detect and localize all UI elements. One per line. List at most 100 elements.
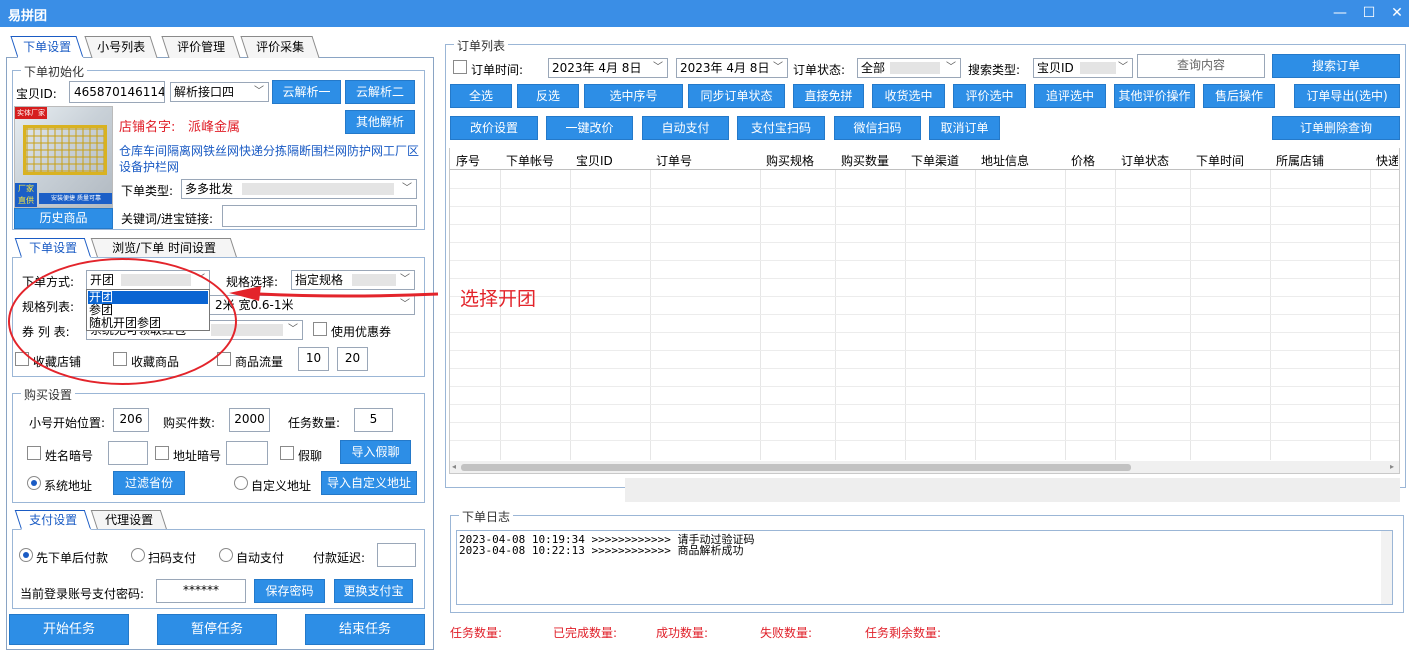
item-id-input[interactable]: 465870146114 — [69, 81, 165, 103]
name-secret-input[interactable] — [108, 441, 148, 465]
cloud-parse-1-button[interactable]: 云解析一 — [272, 80, 341, 104]
item-id-label: 宝贝ID: — [16, 87, 57, 101]
cloud-parse-2-button[interactable]: 云解析二 — [345, 80, 415, 104]
wechat-scan-button[interactable]: 微信扫码 — [834, 116, 921, 140]
col-price[interactable]: 价格 — [1071, 152, 1095, 169]
qty-input[interactable]: 2000 — [229, 408, 270, 432]
parse-api-select[interactable]: 解析接口四 ﹀ — [170, 82, 269, 102]
scroll-left-icon[interactable]: ◂ — [452, 463, 456, 471]
minimize-button[interactable]: — — [1328, 3, 1352, 23]
pay-after-radio[interactable] — [19, 548, 33, 562]
import-chat-button[interactable]: 导入假聊 — [340, 440, 411, 464]
scroll-right-icon[interactable]: ▸ — [1390, 463, 1394, 471]
alipay-scan-button[interactable]: 支付宝扫码 — [737, 116, 825, 140]
review-selected-button[interactable]: 评价选中 — [953, 84, 1026, 108]
col-order-time[interactable]: 下单时间 — [1196, 152, 1244, 169]
task-count-input[interactable]: 5 — [354, 408, 393, 432]
search-type-select[interactable]: 宝贝ID ﹀ — [1033, 58, 1133, 78]
invert-select-button[interactable]: 反选 — [517, 84, 579, 108]
cancel-order-button[interactable]: 取消订单 — [929, 116, 1000, 140]
auto-pay-button[interactable]: 自动支付 — [642, 116, 729, 140]
tab-review-collect[interactable]: 评价采集 — [240, 36, 320, 58]
fake-chat-label: 假聊 — [298, 449, 323, 463]
col-status[interactable]: 订单状态 — [1121, 152, 1169, 169]
search-type-label: 搜索类型: — [968, 63, 1021, 77]
name-secret-checkbox[interactable] — [27, 446, 41, 460]
other-review-button[interactable]: 其他评价操作 — [1114, 84, 1195, 108]
pause-task-button[interactable]: 暂停任务 — [157, 614, 277, 645]
flow-min-input[interactable]: 10 — [298, 347, 329, 371]
change-alipay-button[interactable]: 更换支付宝 — [334, 579, 413, 603]
custom-addr-radio[interactable] — [234, 476, 248, 490]
tab-account-list[interactable]: 小号列表 — [84, 36, 158, 58]
order-list-label: 订单列表 — [454, 37, 509, 54]
follow-review-button[interactable]: 追评选中 — [1034, 84, 1106, 108]
auto-pay-radio[interactable] — [219, 548, 233, 562]
tab-order-setting[interactable]: 下单设置 — [14, 238, 92, 258]
history-products-button[interactable]: 历史商品 — [14, 208, 113, 229]
system-addr-radio[interactable] — [27, 476, 41, 490]
addr-secret-input[interactable] — [226, 441, 268, 465]
grid-line — [450, 440, 1399, 441]
order-status-select[interactable]: 全部 ﹀ — [857, 58, 961, 78]
product-image[interactable]: 实体厂家 厂家直供 安装便捷 质量可靠 — [14, 106, 113, 208]
col-order-no[interactable]: 订单号 — [656, 152, 692, 169]
addr-secret-checkbox[interactable] — [155, 446, 169, 460]
col-address[interactable]: 地址信息 — [981, 152, 1029, 169]
confirm-receipt-button[interactable]: 收货选中 — [872, 84, 945, 108]
tab-order-settings[interactable]: 下单设置 — [10, 36, 84, 58]
grid-line — [570, 170, 571, 460]
select-by-index-button[interactable]: 选中序号 — [584, 84, 683, 108]
direct-free-button[interactable]: 直接免拼 — [793, 84, 864, 108]
tab-browse-time[interactable]: 浏览/下单 时间设置 — [90, 238, 238, 258]
col-express[interactable]: 快递 — [1376, 152, 1398, 169]
annotation-circle — [8, 258, 237, 385]
maximize-button[interactable]: ☐ — [1357, 3, 1381, 23]
start-pos-input[interactable]: 206 — [113, 408, 149, 432]
start-task-button[interactable]: 开始任务 — [9, 614, 129, 645]
tab-payment-settings[interactable]: 支付设置 — [14, 510, 92, 530]
scrollbar-thumb[interactable] — [461, 464, 1131, 471]
query-input[interactable]: 查询内容 — [1137, 54, 1265, 78]
price-settings-button[interactable]: 改价设置 — [450, 116, 538, 140]
annotation-text: 选择开团 — [460, 288, 537, 310]
order-status-label: 订单状态: — [793, 63, 846, 77]
import-custom-addr-button[interactable]: 导入自定义地址 — [321, 471, 417, 495]
tab-proxy-settings[interactable]: 代理设置 — [90, 510, 168, 530]
fake-chat-checkbox[interactable] — [280, 446, 294, 460]
keyword-input[interactable] — [222, 205, 417, 227]
other-parse-button[interactable]: 其他解析 — [345, 110, 415, 134]
stop-task-button[interactable]: 结束任务 — [305, 614, 425, 645]
scan-pay-radio[interactable] — [131, 548, 145, 562]
order-type-select[interactable]: 多多批发 ﹀ — [181, 179, 417, 199]
date-to-picker[interactable]: 2023年 4月 8日 ﹀ — [676, 58, 788, 78]
close-button[interactable]: ✕ — [1385, 3, 1409, 23]
col-quantity[interactable]: 购买数量 — [841, 152, 889, 169]
col-spec[interactable]: 购买规格 — [766, 152, 814, 169]
col-index[interactable]: 序号 — [456, 152, 480, 169]
pay-delay-input[interactable] — [377, 543, 416, 567]
order-time-checkbox[interactable] — [453, 60, 467, 74]
select-all-button[interactable]: 全选 — [450, 84, 512, 108]
one-click-price-button[interactable]: 一键改价 — [546, 116, 633, 140]
pay-password-input[interactable]: ****** — [156, 579, 246, 603]
col-shop[interactable]: 所属店铺 — [1276, 152, 1324, 169]
search-orders-button[interactable]: 搜索订单 — [1272, 54, 1400, 78]
use-coupon-checkbox[interactable] — [313, 322, 327, 336]
order-subtabs: 下单设置 浏览/下单 时间设置 — [14, 238, 244, 258]
after-sale-button[interactable]: 售后操作 — [1203, 84, 1275, 108]
sync-status-button[interactable]: 同步订单状态 — [688, 84, 785, 108]
col-item-id[interactable]: 宝贝ID — [576, 152, 613, 169]
save-password-button[interactable]: 保存密码 — [254, 579, 325, 603]
col-channel[interactable]: 下单渠道 — [911, 152, 959, 169]
tab-review-manage[interactable]: 评价管理 — [161, 36, 241, 58]
export-orders-button[interactable]: 订单导出(选中) — [1294, 84, 1400, 108]
filter-province-button[interactable]: 过滤省份 — [113, 471, 185, 495]
horizontal-scrollbar[interactable]: ◂ ▸ — [450, 461, 1399, 473]
log-box[interactable]: 2023-04-08 10:19:34 >>>>>>>>>>>> 请手动过验证码… — [456, 530, 1393, 605]
col-account[interactable]: 下单帐号 — [506, 152, 554, 169]
date-from-picker[interactable]: 2023年 4月 8日 ﹀ — [548, 58, 668, 78]
flow-max-input[interactable]: 20 — [337, 347, 368, 371]
log-scrollbar[interactable] — [1381, 531, 1392, 604]
delete-query-button[interactable]: 订单删除查询 — [1272, 116, 1400, 140]
